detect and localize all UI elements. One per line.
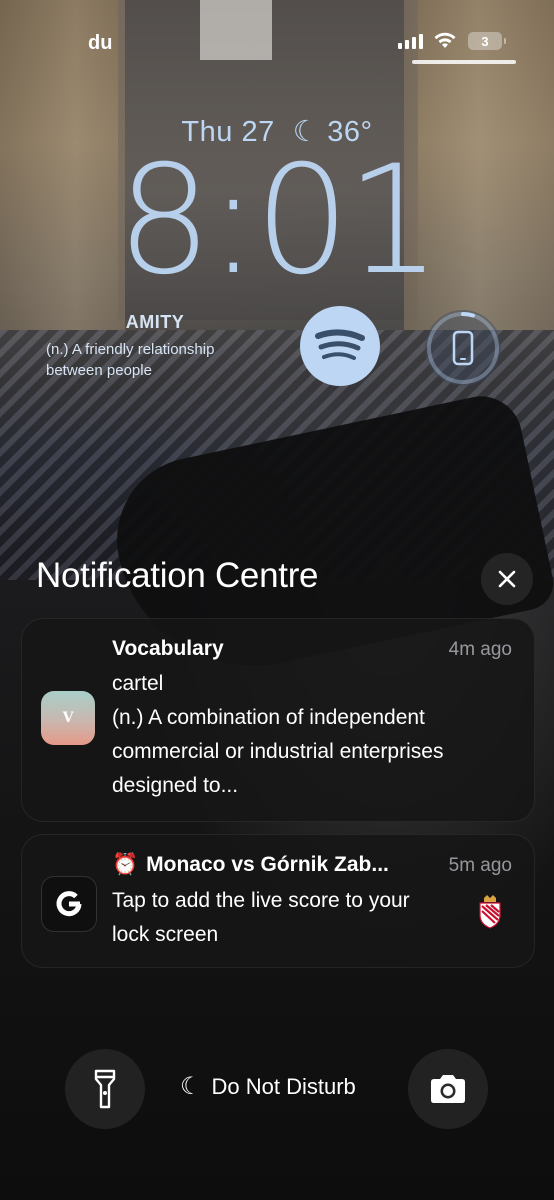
notification-card-vocabulary[interactable]: V Vocabulary 4m ago cartel (n.) A combin…: [21, 618, 535, 822]
flashlight-icon: [94, 1069, 116, 1109]
wifi-icon: [434, 32, 456, 48]
spotify-widget[interactable]: [300, 306, 380, 386]
google-g-icon: [56, 891, 82, 917]
status-bar: du 3: [0, 0, 554, 70]
notification-title-row: ⏰ Monaco vs Górnik Zab...: [112, 853, 389, 877]
spotify-icon: [315, 329, 365, 360]
battery-icon: 3: [468, 32, 506, 50]
vocabulary-app-icon: V: [41, 691, 95, 745]
vocabulary-widget[interactable]: AMITY (n.) A friendly relationship betwe…: [40, 312, 270, 381]
alarm-clock-icon: ⏰: [112, 853, 139, 876]
notification-card-google[interactable]: ⏰ Monaco vs Górnik Zab... 5m ago Tap to …: [21, 834, 535, 968]
notification-time: 4m ago: [448, 639, 512, 660]
notification-time: 5m ago: [448, 855, 512, 876]
vocabulary-app-icon-letter: V: [62, 710, 74, 726]
battery-level: 3: [481, 33, 489, 49]
cellular-signal-icon: [398, 33, 423, 49]
carrier-name: du: [88, 32, 113, 54]
notification-title: Monaco vs Górnik Zab...: [146, 853, 389, 876]
notification-title: Vocabulary: [112, 637, 224, 660]
as-monaco-crest-icon: [479, 895, 501, 929]
control-centre-indicator[interactable]: [412, 60, 516, 64]
moon-icon: ☾: [180, 1073, 202, 1100]
camera-button[interactable]: [408, 1049, 488, 1129]
lock-clock: 8:01: [116, 134, 442, 308]
google-app-icon: [41, 876, 97, 932]
notification-body: cartel (n.) A combination of independent…: [112, 672, 444, 797]
vocabulary-word: AMITY: [125, 312, 185, 332]
notification-centre-title: Notification Centre: [36, 556, 319, 595]
vocabulary-definition: (n.) A friendly relationship between peo…: [46, 341, 215, 379]
flashlight-button[interactable]: [65, 1049, 145, 1129]
focus-mode-label: Do Not Disturb: [211, 1073, 356, 1099]
battery-device-widget[interactable]: [425, 310, 501, 386]
focus-mode-indicator[interactable]: ☾ Do Not Disturb: [180, 1072, 356, 1101]
close-icon: [498, 570, 516, 588]
battery-ring-icon: [427, 311, 499, 384]
notification-body: Tap to add the live score to your lock s…: [112, 889, 410, 946]
clear-notifications-button[interactable]: [481, 553, 533, 605]
camera-icon: [431, 1075, 465, 1103]
lock-screen: du 3 Thu 27 ☾ 36° 8:01 AMITY (n.) A friend…: [0, 0, 554, 1200]
